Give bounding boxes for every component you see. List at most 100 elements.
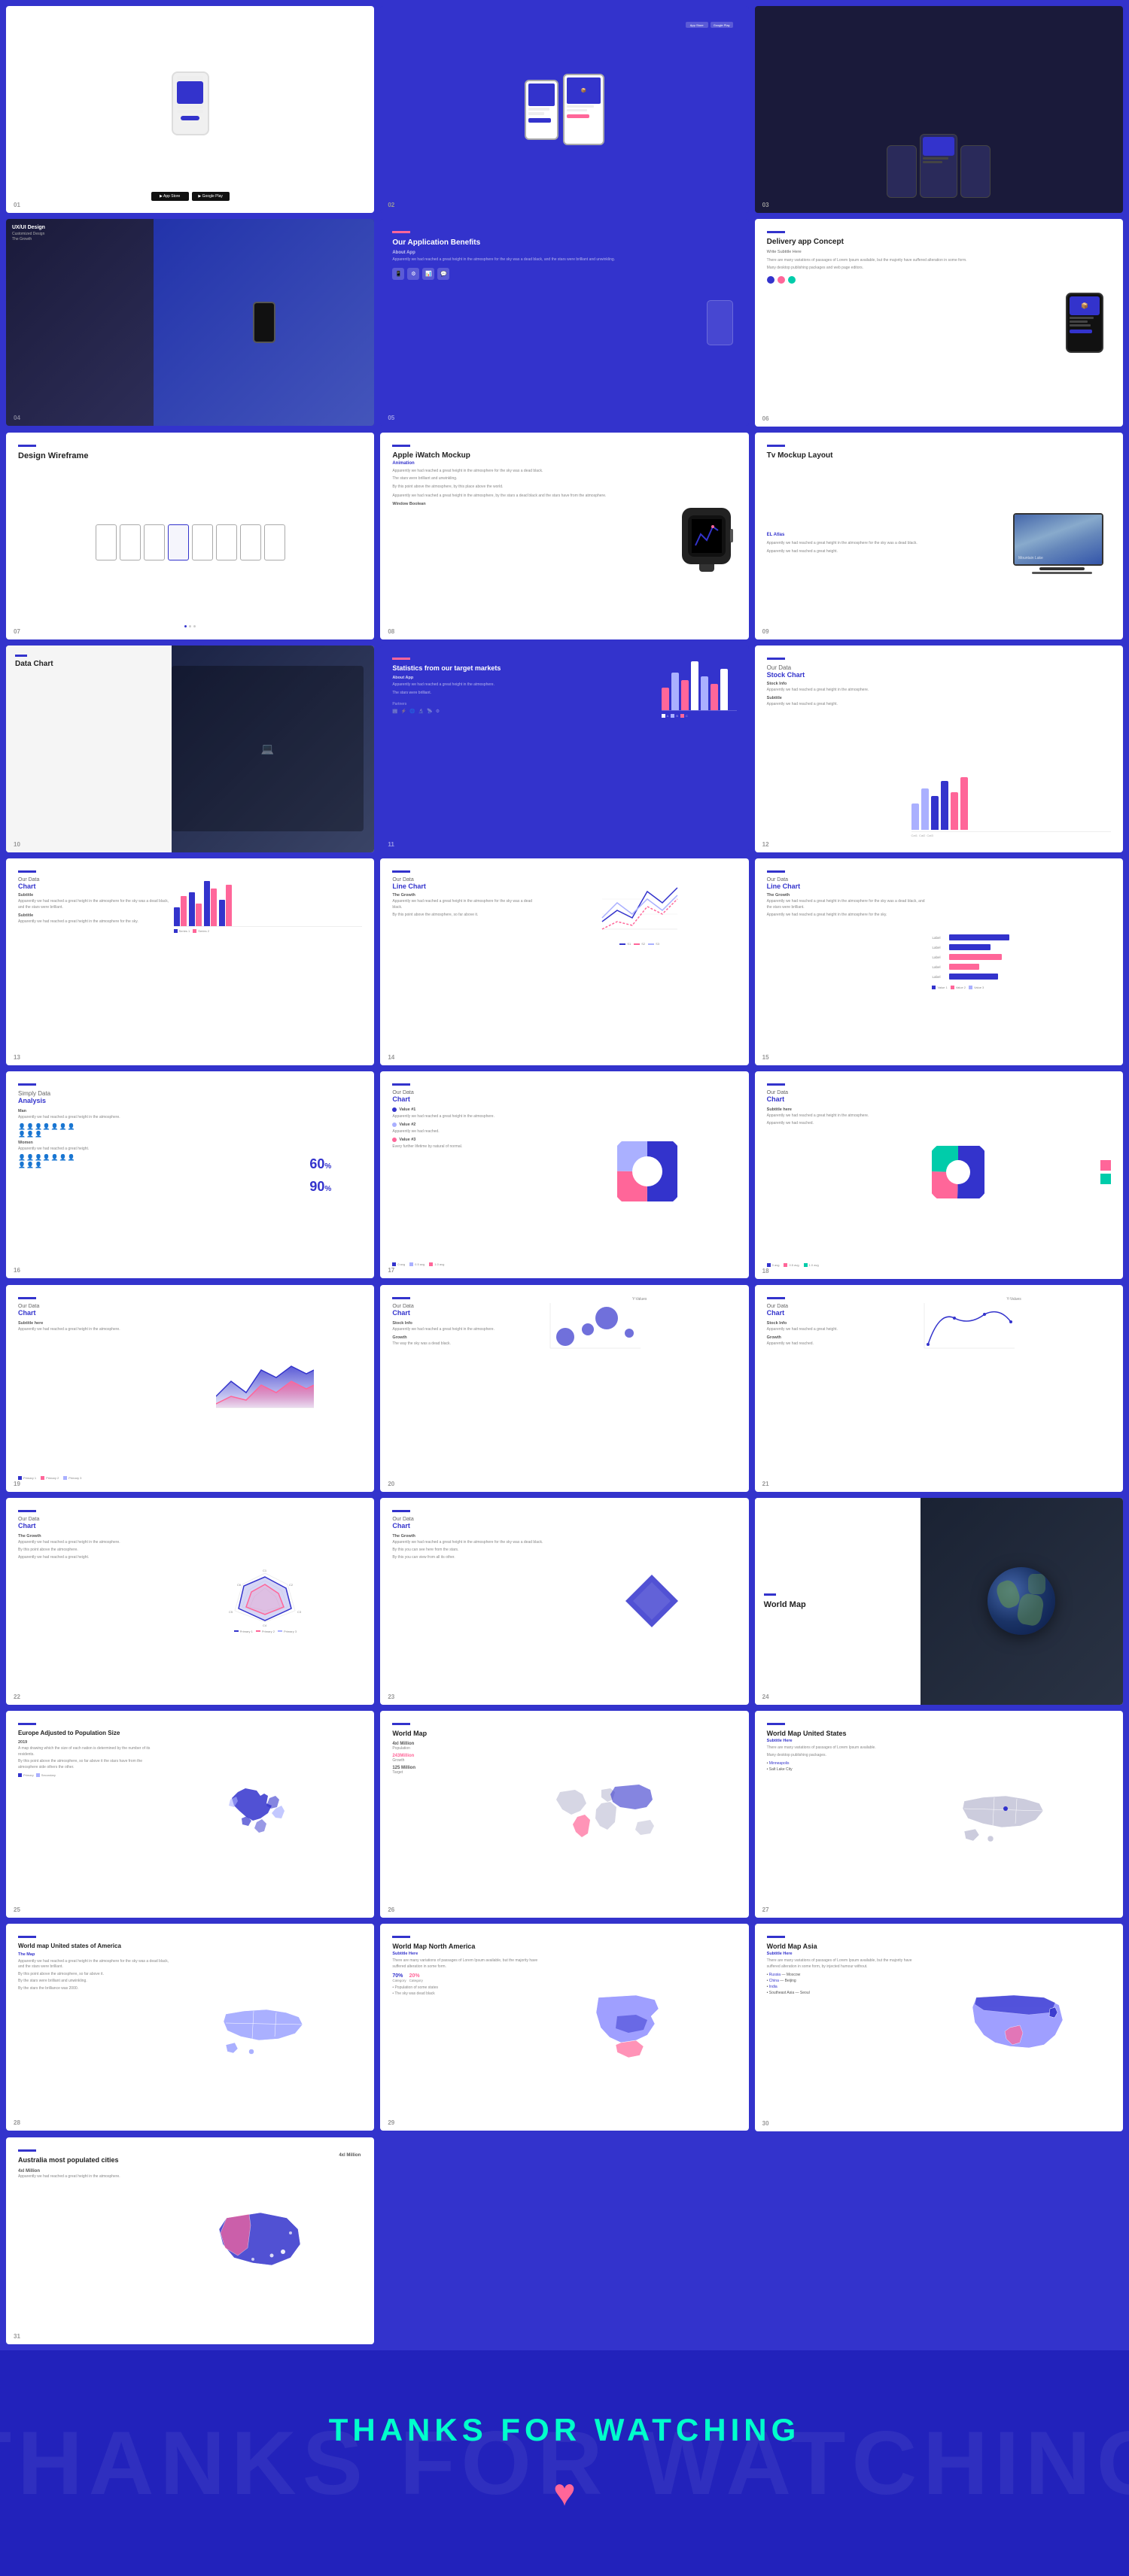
svg-text:C6: C6: [237, 1583, 242, 1587]
slide-20-title: Chart: [392, 1309, 537, 1317]
heart-icon: ♥: [553, 2471, 576, 2514]
slide-07-title: Design Wireframe: [18, 451, 362, 460]
slide-09-title: Tv Mockup Layout: [767, 451, 1111, 460]
slides-grid: ▶ App Store ▶ Google Play 01 App Store G…: [0, 0, 1129, 2350]
slide-number-03: 03: [762, 202, 769, 208]
slide-21: Our Data Chart Stock Info Apparently we …: [755, 1285, 1123, 1492]
slide-16-title: Analysis: [18, 1097, 305, 1104]
slide-13-title: Chart: [18, 882, 169, 890]
slide-27: World Map United States Subtitle Here Th…: [755, 1711, 1123, 1918]
slide-number-10: 10: [14, 841, 20, 848]
slide-17-title: Chart: [392, 1095, 553, 1103]
slide-03: 03: [755, 6, 1123, 213]
slide-number-07: 07: [14, 628, 20, 635]
slide-number-08: 08: [388, 628, 394, 635]
slide-14-title: Line Chart: [392, 882, 537, 890]
slide-05-title: Our Application Benefits: [392, 238, 699, 248]
slide-04: UX/UI Design Customized Design The Growt…: [6, 219, 374, 426]
slide-number-01: 01: [14, 202, 20, 208]
slide-number-23: 23: [388, 1694, 394, 1700]
slide-17: Our Data Chart Value #1 Apparently we ha…: [380, 1071, 748, 1278]
slide-number-09: 09: [762, 628, 769, 635]
slide-22: Our Data Chart The Growth Apparently we …: [6, 1498, 374, 1705]
slide-number-27: 27: [762, 1906, 769, 1913]
slide-30-title: World Map Asia: [767, 1943, 920, 1950]
slide-number-14: 14: [388, 1054, 394, 1061]
slide-14: Our Data Line Chart The Growth Apparentl…: [380, 858, 748, 1065]
slide-number-26: 26: [388, 1906, 394, 1913]
slide-25-title: Europe Adjusted to Population Size: [18, 1730, 154, 1737]
svg-text:C3: C3: [297, 1610, 302, 1614]
slide-11: Statistics from our target markets About…: [380, 646, 748, 852]
slide-12-label: Our Data: [767, 664, 907, 671]
svg-text:C5: C5: [229, 1610, 233, 1614]
svg-text:C1: C1: [263, 1569, 267, 1572]
slide-20: Our Data Chart Stock Info Apparently we …: [380, 1285, 748, 1492]
slide-15: Our Data Line Chart The Growth Apparentl…: [755, 858, 1123, 1065]
slide-18-title: Chart: [767, 1095, 928, 1103]
slide-12: Our Data Stock Chart Stock Info Apparent…: [755, 646, 1123, 852]
slide-08: Apple iWatch Mockup Animation Apparently…: [380, 433, 748, 639]
slide-08-title: Apple iWatch Mockup: [392, 451, 671, 460]
slide-24-title: World Map: [764, 1600, 911, 1609]
slide-number-22: 22: [14, 1694, 20, 1700]
slide-number-12: 12: [762, 841, 769, 848]
slide-number-20: 20: [388, 1481, 394, 1487]
slide-number-30: 30: [762, 2120, 769, 2127]
slide-13: Our Data Chart Subtitle Apparently we ha…: [6, 858, 374, 1065]
slide-number-24: 24: [762, 1694, 769, 1700]
slide-23-title: Chart: [392, 1522, 562, 1530]
slide-25: Europe Adjusted to Population Size 2019 …: [6, 1711, 374, 1918]
slide-10-title: Data Chart: [15, 660, 163, 668]
slide-31: Australia most populated cities 4xl Mill…: [6, 2137, 374, 2344]
slide-number-06: 06: [762, 415, 769, 422]
slide-11-title: Statistics from our target markets: [392, 664, 656, 673]
slide-number-29: 29: [388, 2119, 394, 2126]
slide-23: Our Data Chart The Growth Apparently we …: [380, 1498, 748, 1705]
slide-number-19: 19: [14, 1481, 20, 1487]
slide-29-title: World Map North America: [392, 1943, 545, 1950]
slide-28: World map United states of America The M…: [6, 1924, 374, 2131]
slide-19: Our Data Chart Subtitle here Apparently …: [6, 1285, 374, 1492]
slide-26-title: World Map: [392, 1730, 477, 1737]
slide-number-28: 28: [14, 2119, 20, 2126]
thanks-main-text: THANKS FOR WATCHING: [329, 2412, 801, 2448]
slide-06: Delivery app Concept Write Subtitle Here…: [755, 219, 1123, 426]
slide-22-title: Chart: [18, 1522, 163, 1530]
thanks-section: THANKS FOR WATCHING THANKS FOR WATCHING …: [0, 2350, 1129, 2576]
slide-29: World Map North America Subtitle Here Th…: [380, 1924, 748, 2131]
slide-21-title: Chart: [767, 1309, 912, 1317]
slide-number-02: 02: [388, 202, 394, 208]
slide-16: Simply Data Analysis Man Apparently we h…: [6, 1071, 374, 1278]
slide-number-16: 16: [14, 1267, 20, 1274]
slide-24: World Map 24: [755, 1498, 1123, 1705]
slide-number-15: 15: [762, 1054, 769, 1061]
slide-19-title: Chart: [18, 1309, 163, 1317]
slide-01: ▶ App Store ▶ Google Play 01: [6, 6, 374, 213]
slide-02: App Store Google Play 📦 02: [380, 6, 748, 213]
slide-27-title: World Map United States: [767, 1730, 903, 1737]
slide-15-title: Line Chart: [767, 882, 928, 890]
slide-28-title: World map United states of America: [18, 1943, 171, 1950]
slide-06-title: Delivery app Concept: [767, 238, 1054, 246]
slide-05: Our Application Benefits About App Appar…: [380, 219, 748, 426]
slide-number-25: 25: [14, 1906, 20, 1913]
slide-number-04: 04: [14, 415, 20, 421]
slide-number-11: 11: [388, 841, 394, 848]
slide-number-13: 13: [14, 1054, 20, 1061]
slide-31-title: Australia most populated cities: [18, 2156, 154, 2165]
slide-number-18: 18: [762, 1268, 769, 1274]
slide-07: Design Wireframe 07: [6, 433, 374, 639]
svg-text:C2: C2: [289, 1583, 294, 1587]
slide-18: Our Data Chart Subtitle here Apparently …: [755, 1071, 1123, 1278]
slide-10: Data Chart 💻 10: [6, 646, 374, 852]
slide-number-31: 31: [14, 2333, 20, 2340]
slide-30: World Map Asia Subtitle Here There are m…: [755, 1924, 1123, 2131]
slide-26: World Map 4xl Million Population 243Mill…: [380, 1711, 748, 1918]
slide-number-17: 17: [388, 1267, 394, 1274]
svg-text:C4: C4: [263, 1624, 267, 1627]
slide-05-subtitle: About App: [392, 251, 699, 255]
slide-12-title: Stock Chart: [767, 671, 907, 679]
slide-number-05: 05: [388, 415, 394, 421]
slide-09: Tv Mockup Layout EL Atlas Apparently we …: [755, 433, 1123, 639]
